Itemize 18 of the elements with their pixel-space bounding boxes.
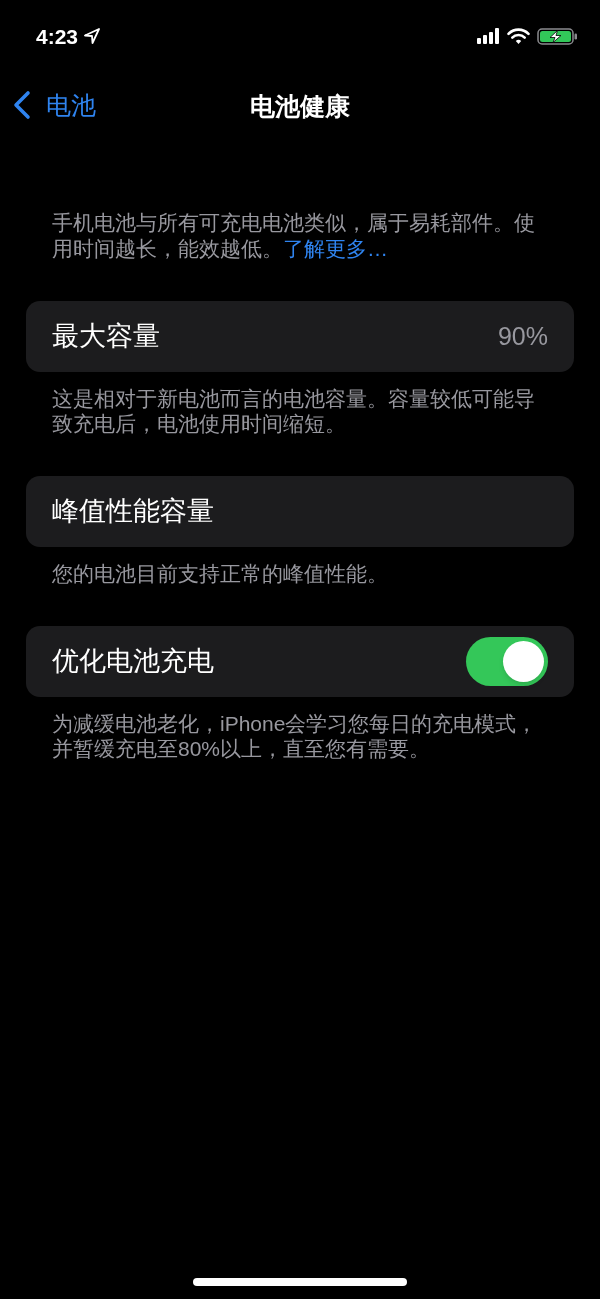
footer-text: 为减缓电池老化，iPhone会学习您每日的充电模式，并暂缓充电至80%以上，直至您有需要。 <box>51 711 539 761</box>
wifi-icon <box>507 27 530 45</box>
back-button[interactable]: 电池 <box>12 90 96 120</box>
row-label: 最大容量 <box>52 323 160 350</box>
row-value: 90% <box>497 324 548 349</box>
footer-text: 这是相对于新电池而言的电池容量。容量较低可能导致充电后，电池使用时间缩短。 <box>51 386 536 436</box>
row-label: 优化电池充电 <box>52 648 214 675</box>
learn-more-link[interactable]: 了解更多… <box>283 237 388 260</box>
battery-charging-icon <box>537 27 578 45</box>
location-arrow-icon <box>84 28 101 44</box>
nav-title: 电池健康 <box>250 93 350 119</box>
footer-text: 您的电池目前支持正常的峰值性能。 <box>51 561 389 586</box>
intro-text: 手机电池与所有可充电电池类似，属于易耗部件。使用时间越长，能效越低。了解更多… <box>51 210 536 262</box>
toggle-switch[interactable] <box>466 637 548 686</box>
back-chevron-icon <box>12 90 32 120</box>
status-time: 4:23 <box>36 25 79 47</box>
signal-icon <box>477 28 500 44</box>
row-label: 峰值性能容量 <box>52 498 214 525</box>
